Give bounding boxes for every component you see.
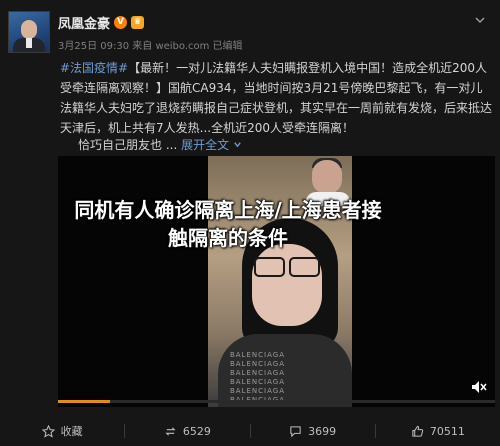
username-row[interactable]: 凤凰金豪 V ♛	[58, 13, 145, 32]
avatar-face	[21, 20, 37, 39]
crown-badge-icon: ♛	[131, 16, 145, 29]
repost-button[interactable]: 6529	[125, 425, 249, 438]
repost-icon	[165, 426, 176, 436]
video-glasses	[254, 257, 320, 277]
post-tail: 恰巧自己朋友也 ... 展开全文	[78, 136, 242, 153]
verified-badge-icon: V	[114, 16, 128, 29]
hashtag-link[interactable]: #法国疫情#	[60, 61, 128, 75]
video-headline-line1: 同机有人确诊隔离上海/上海患者接	[74, 198, 382, 222]
username[interactable]: 凤凰金豪	[58, 13, 110, 32]
star-icon	[41, 424, 55, 438]
comment-count: 3699	[308, 424, 337, 438]
chevron-down-icon	[234, 142, 241, 148]
video-man-face	[312, 160, 342, 194]
repost-count: 6529	[182, 424, 211, 438]
like-count: 70511	[429, 424, 465, 438]
post-meta: 3月25日 09:30 来自 weibo.com 已编辑	[58, 41, 243, 52]
video-progress-track[interactable]	[58, 400, 495, 403]
video-frame: BALENCIAGA BALENCIAGA BALENCIAGA BALENCI…	[208, 156, 352, 407]
expand-full-text-link[interactable]: 展开全文	[181, 138, 242, 152]
comment-button[interactable]: 3699	[251, 425, 375, 438]
avatar-collar	[26, 38, 32, 48]
post-text: #法国疫情#【最新！一对儿法籍华人夫妇瞒报登机入境中国！造成全机近200人受牵连…	[60, 58, 494, 138]
speaker-muted-icon[interactable]	[471, 379, 487, 393]
avatar[interactable]	[8, 11, 50, 53]
expand-label: 展开全文	[181, 138, 230, 152]
video-headline-line2: 触隔离的条件	[168, 226, 288, 250]
comment-icon	[290, 425, 301, 437]
favorite-button[interactable]: 收藏	[0, 423, 124, 439]
post-tail-text: 恰巧自己朋友也 ...	[78, 138, 178, 152]
chevron-down-icon[interactable]	[472, 14, 488, 30]
video-headline: 同机有人确诊隔离上海/上海患者接 触隔离的条件	[58, 196, 398, 252]
video-player[interactable]: BALENCIAGA BALENCIAGA BALENCIAGA BALENCI…	[58, 156, 495, 407]
favorite-label: 收藏	[60, 425, 83, 438]
like-button[interactable]: 70511	[376, 425, 500, 438]
video-progress-fill	[58, 400, 111, 403]
shirt-text: BALENCIAGA BALENCIAGA BALENCIAGA BALENCI…	[230, 351, 285, 404]
action-bar: 收藏 6529 3699 70511	[0, 416, 500, 446]
thumbs-up-icon	[412, 425, 424, 437]
